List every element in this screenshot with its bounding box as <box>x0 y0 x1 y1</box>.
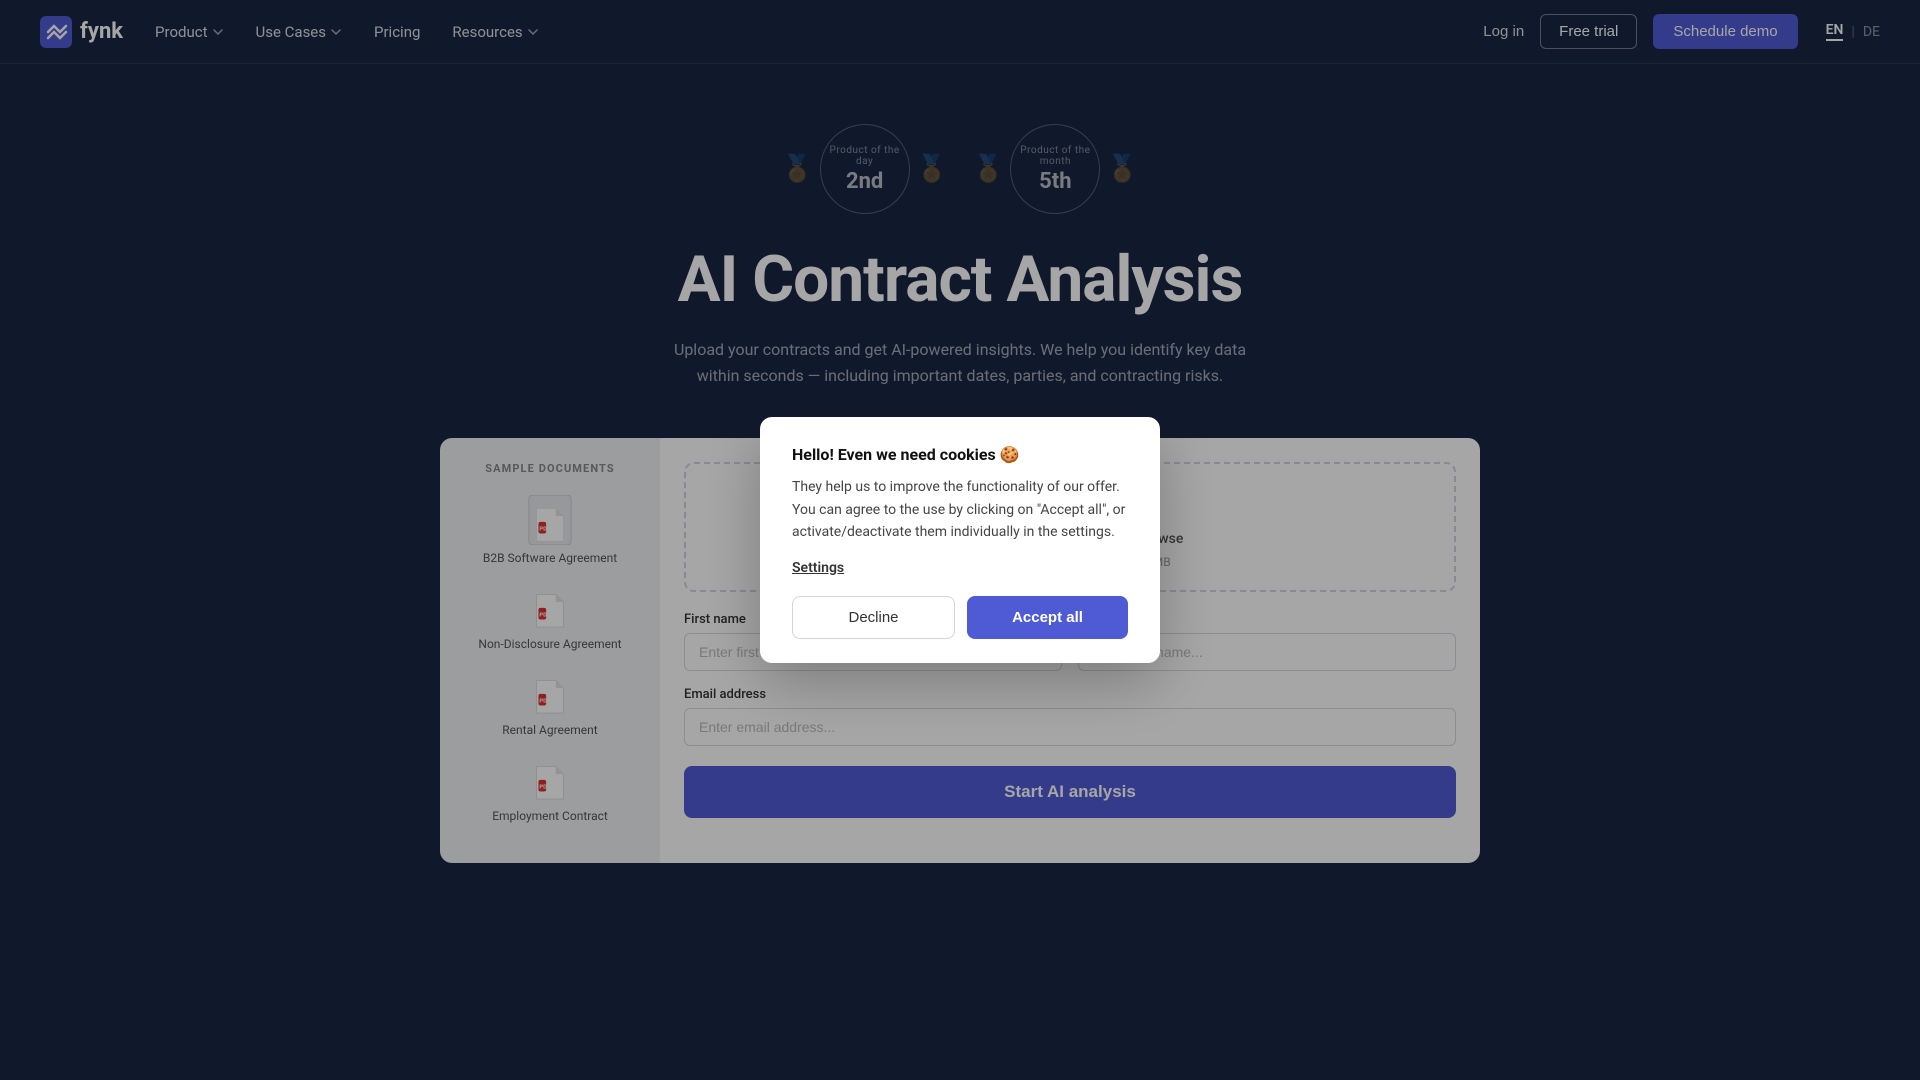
cookie-modal: Hello! Even we need cookies 🍪 They help … <box>760 417 1160 662</box>
cookie-buttons: Decline Accept all <box>792 596 1128 639</box>
cookie-decline-button[interactable]: Decline <box>792 596 955 639</box>
cookie-title: Hello! Even we need cookies 🍪 <box>792 445 1128 464</box>
cookie-body: They help us to improve the functionalit… <box>792 476 1128 543</box>
cookie-accept-button[interactable]: Accept all <box>967 596 1128 639</box>
cookie-overlay: Hello! Even we need cookies 🍪 They help … <box>0 0 1920 1080</box>
cookie-settings-link[interactable]: Settings <box>792 560 1128 576</box>
